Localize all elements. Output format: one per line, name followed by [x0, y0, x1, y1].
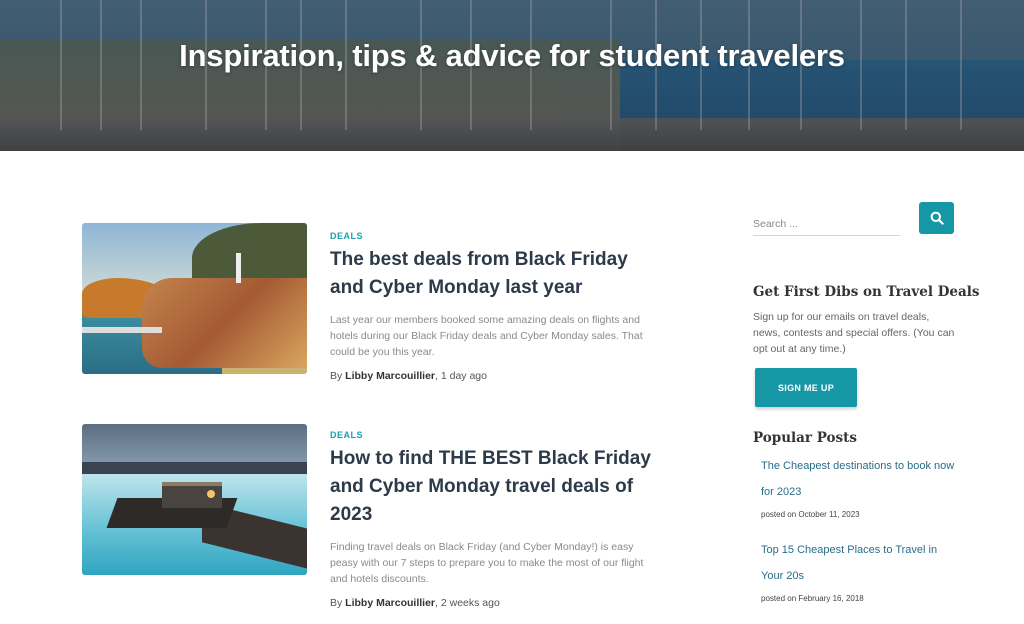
popular-post-date: posted on February 16, 2018	[761, 594, 864, 603]
thumbnail-light	[207, 490, 215, 498]
post-category[interactable]: DEALS	[330, 231, 660, 241]
sign-up-button[interactable]: SIGN ME UP	[755, 368, 857, 407]
search-input[interactable]	[753, 212, 900, 236]
post-title[interactable]: How to find THE BEST Black Friday and Cy…	[330, 445, 660, 529]
thumbnail-bridge	[82, 327, 162, 333]
post-excerpt: Last year our members booked some amazin…	[330, 314, 643, 358]
byline-prefix: By	[330, 597, 346, 609]
post-time: , 2 weeks ago	[435, 597, 500, 609]
search-button[interactable]	[919, 202, 954, 234]
popular-post-date: posted on October 11, 2023	[761, 510, 860, 519]
post-thumbnail[interactable]	[82, 424, 307, 575]
hero-overlay	[0, 0, 1024, 151]
popular-post-link[interactable]: Top 15 Cheapest Places to Travel in Your…	[761, 537, 961, 589]
post-thumbnail[interactable]	[82, 223, 307, 374]
thumbnail-spire	[236, 253, 241, 283]
post-byline: By Libby Marcouillier, 2 weeks ago	[330, 597, 660, 609]
post-meta: DEALS How to find THE BEST Black Friday …	[330, 430, 660, 609]
byline-prefix: By	[330, 370, 346, 382]
hero-banner: Inspiration, tips & advice for student t…	[0, 0, 1024, 151]
popular-posts-title: Popular Posts	[753, 430, 857, 446]
post-title[interactable]: The best deals from Black Friday and Cyb…	[330, 246, 660, 302]
newsletter-title: Get First Dibs on Travel Deals	[753, 284, 980, 300]
post-author[interactable]: Libby Marcouillier	[345, 597, 435, 609]
newsletter-text: Sign up for our emails on travel deals, …	[753, 311, 955, 355]
post-excerpt: Finding travel deals on Black Friday (an…	[330, 541, 644, 585]
popular-post-link[interactable]: The Cheapest destinations to book now fo…	[761, 453, 961, 505]
post-category[interactable]: DEALS	[330, 430, 660, 440]
post-byline: By Libby Marcouillier, 1 day ago	[330, 370, 660, 382]
hero-title: Inspiration, tips & advice for student t…	[179, 38, 845, 73]
post-card: DEALS The best deals from Black Friday a…	[82, 223, 662, 382]
post-meta: DEALS The best deals from Black Friday a…	[330, 231, 660, 382]
post-time: , 1 day ago	[435, 370, 487, 382]
post-author[interactable]: Libby Marcouillier	[345, 370, 435, 382]
search-icon	[930, 211, 944, 225]
thumbnail-town	[142, 278, 307, 368]
post-card: DEALS How to find THE BEST Black Friday …	[82, 424, 662, 614]
